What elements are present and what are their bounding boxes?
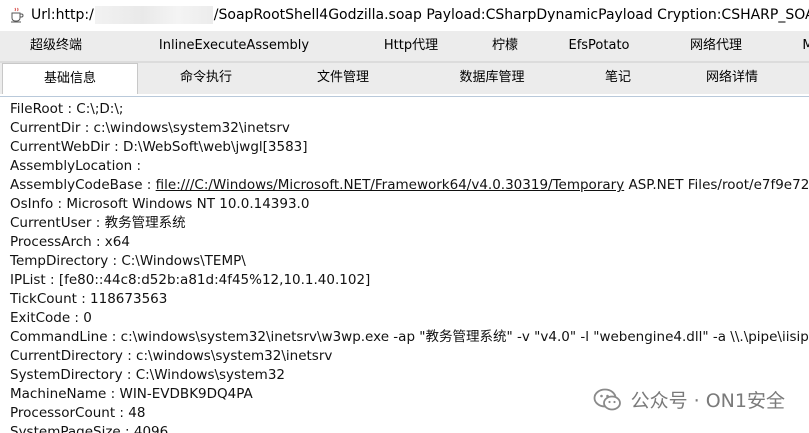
info-command-line: CommandLine : c:\windows\system32\inetsr… — [10, 329, 809, 345]
info-ip-list: IPList : [fe80::44c8:d52b:a81d:4f45%12,1… — [10, 272, 371, 288]
title-bar: Url:http:/ /SoapRootShell4Godzilla.soap … — [0, 0, 809, 30]
tab-network-proxy[interactable]: 网络代理 — [654, 31, 778, 61]
assembly-code-base-link[interactable]: file:///C:/Windows/Microsoft.NET/Framewo… — [156, 177, 625, 193]
info-tick-count: TickCount : 118673563 — [10, 291, 168, 307]
tab-basic-info[interactable]: 基础信息 — [2, 63, 138, 94]
info-current-directory: CurrentDirectory : c:\windows\system32\i… — [10, 348, 333, 364]
info-exit-code: ExitCode : 0 — [10, 310, 92, 326]
tab-file-manager[interactable]: 文件管理 — [274, 63, 412, 93]
info-current-user: CurrentUser : 教务管理系统 — [10, 215, 186, 231]
tab-more-cut-off[interactable]: M — [778, 31, 809, 61]
title-url-suffix: /SoapRootShell4Godzilla.soap Payload:CSh… — [213, 7, 809, 23]
wechat-icon — [593, 388, 621, 410]
info-file-root: FileRoot : C:\;D:\; — [10, 101, 124, 117]
info-system-page-size: SystemPageSize : 4096 — [10, 424, 169, 433]
tab-http-proxy[interactable]: Http代理 — [356, 31, 466, 61]
assembly-code-base-rest: ASP.NET Files/root/e7f9e72 — [624, 177, 809, 193]
tab-inline-execute-assembly[interactable]: InlineExecuteAssembly — [112, 31, 356, 61]
info-process-arch: ProcessArch : x64 — [10, 234, 130, 250]
info-os-info: OsInfo : Microsoft Windows NT 10.0.14393… — [10, 196, 310, 212]
title-url-prefix: Url:http:/ — [31, 7, 94, 23]
tab-command-execute[interactable]: 命令执行 — [138, 63, 274, 93]
info-temp-directory: TempDirectory : C:\Windows\TEMP\ — [10, 253, 246, 269]
tab-lemon[interactable]: 柠檬 — [466, 31, 544, 61]
tab-notes[interactable]: 笔记 — [572, 63, 664, 93]
tab-efspotato[interactable]: EfsPotato — [544, 31, 654, 61]
wechat-watermark: 公众号 · ON1安全 — [592, 386, 785, 413]
java-cup-icon — [11, 7, 24, 23]
tab-database-manager[interactable]: 数据库管理 — [412, 63, 572, 93]
redacted-host — [94, 6, 213, 24]
info-assembly-code-base: AssemblyCodeBase : file:///C:/Windows/Mi… — [0, 176, 809, 195]
info-current-web-dir: CurrentWebDir : D:\WebSoft\web\jwgl[3583… — [10, 139, 308, 155]
tab-super-terminal[interactable]: 超级终端 — [0, 31, 112, 61]
godzilla-shell-window: Url:http:/ /SoapRootShell4Godzilla.soap … — [0, 0, 809, 433]
info-current-dir: CurrentDir : c:\windows\system32\inetsrv — [10, 120, 290, 136]
watermark-text: 公众号 · ON1安全 — [630, 390, 785, 412]
tab-network-details[interactable]: 网络详情 — [664, 63, 800, 93]
info-system-directory: SystemDirectory : C:\Windows\system32 — [10, 367, 286, 383]
info-assembly-location: AssemblyLocation : — [10, 158, 142, 174]
main-tab-row: 基础信息 命令执行 文件管理 数据库管理 笔记 网络详情 — [0, 63, 809, 94]
basic-info-panel[interactable]: FileRoot : C:\;D:\; CurrentDir : c:\wind… — [0, 96, 809, 433]
plugin-tab-row: 超级终端 InlineExecuteAssembly Http代理 柠檬 Efs… — [0, 31, 809, 61]
assembly-code-base-label: AssemblyCodeBase : — [10, 177, 156, 193]
